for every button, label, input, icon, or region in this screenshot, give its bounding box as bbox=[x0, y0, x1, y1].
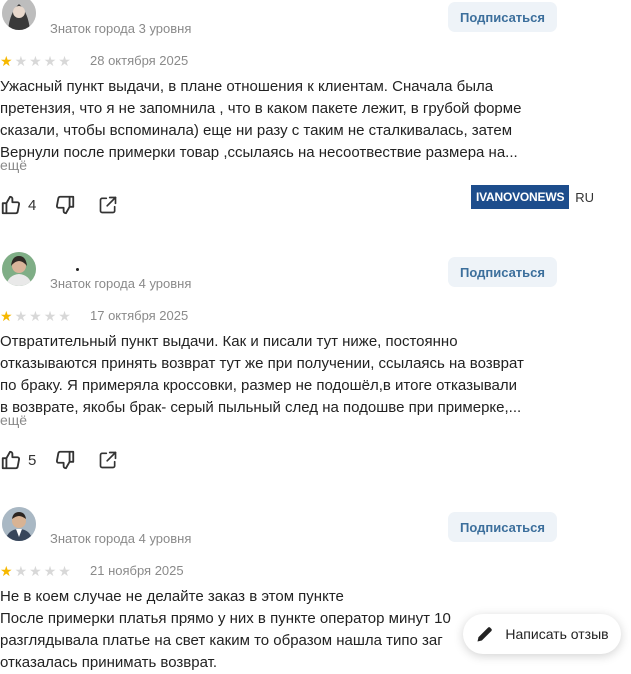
review-date: 21 ноября 2025 bbox=[90, 563, 184, 578]
review-text: Отвратительный пункт выдачи. Как и писал… bbox=[0, 333, 524, 416]
star-empty-icon: ★ bbox=[29, 308, 42, 324]
rating-stars: ★ ★ ★ ★ ★ bbox=[0, 309, 71, 323]
star-empty-icon: ★ bbox=[43, 563, 57, 579]
review-text: Ужасный пункт выдачи, в плане отношения … bbox=[0, 78, 522, 161]
avatar[interactable] bbox=[2, 0, 36, 30]
reviewer-level: Знаток города 4 уровня bbox=[50, 531, 192, 546]
dislike-button[interactable] bbox=[54, 449, 76, 471]
watermark: IVANOVONEWS RU bbox=[471, 185, 594, 209]
thumbs-up-icon bbox=[1, 195, 21, 215]
write-review-button[interactable]: Написать отзыв bbox=[463, 614, 621, 654]
thumbs-up-icon bbox=[1, 450, 21, 470]
star-empty-icon: ★ bbox=[58, 53, 71, 69]
star-empty-icon: ★ bbox=[29, 563, 42, 579]
star-empty-icon: ★ bbox=[58, 308, 71, 324]
dislike-button[interactable] bbox=[54, 194, 76, 216]
review-date: 17 октября 2025 bbox=[90, 308, 189, 323]
star-empty-icon: ★ bbox=[29, 53, 42, 69]
like-count: 5 bbox=[28, 451, 37, 469]
avatar[interactable] bbox=[2, 252, 36, 286]
review-actions: 4 bbox=[0, 194, 118, 216]
star-empty-icon: ★ bbox=[14, 53, 28, 69]
star-empty-icon: ★ bbox=[14, 308, 28, 324]
rating-stars: ★ ★ ★ ★ ★ bbox=[0, 564, 71, 578]
share-icon bbox=[100, 451, 117, 469]
more-link[interactable]: ещё bbox=[0, 412, 27, 428]
star-empty-icon: ★ bbox=[14, 563, 28, 579]
like-count: 4 bbox=[28, 196, 37, 214]
reviewer-level: Знаток города 4 уровня bbox=[50, 276, 192, 291]
name-placeholder-dot bbox=[76, 268, 79, 271]
more-link[interactable]: ещё bbox=[0, 157, 27, 173]
share-icon bbox=[100, 196, 117, 214]
pencil-icon bbox=[477, 627, 493, 642]
review-date: 28 октября 2025 bbox=[90, 53, 189, 68]
share-button[interactable] bbox=[98, 450, 118, 470]
watermark-brand: IVANOVONEWS bbox=[471, 185, 570, 209]
subscribe-button[interactable]: Подписаться bbox=[448, 257, 557, 287]
thumbs-down-icon bbox=[56, 450, 75, 470]
subscribe-button[interactable]: Подписаться bbox=[448, 2, 557, 32]
star-empty-icon: ★ bbox=[43, 53, 57, 69]
star-filled-icon: ★ bbox=[0, 53, 13, 69]
like-button[interactable]: 4 bbox=[0, 194, 36, 216]
star-filled-icon: ★ bbox=[0, 308, 13, 324]
write-review-label: Написать отзыв bbox=[505, 626, 609, 642]
avatar[interactable] bbox=[2, 507, 36, 541]
rating-stars: ★ ★ ★ ★ ★ bbox=[0, 54, 71, 68]
thumbs-down-icon bbox=[56, 195, 75, 215]
review-actions: 5 bbox=[0, 449, 118, 471]
star-filled-icon: ★ bbox=[0, 563, 13, 579]
reviewer-level: Знаток города 3 уровня bbox=[50, 21, 192, 36]
watermark-suffix: RU bbox=[575, 189, 595, 205]
share-button[interactable] bbox=[98, 195, 118, 215]
star-empty-icon: ★ bbox=[43, 308, 57, 324]
subscribe-button[interactable]: Подписаться bbox=[448, 512, 557, 542]
star-empty-icon: ★ bbox=[58, 563, 71, 579]
like-button[interactable]: 5 bbox=[0, 449, 36, 471]
